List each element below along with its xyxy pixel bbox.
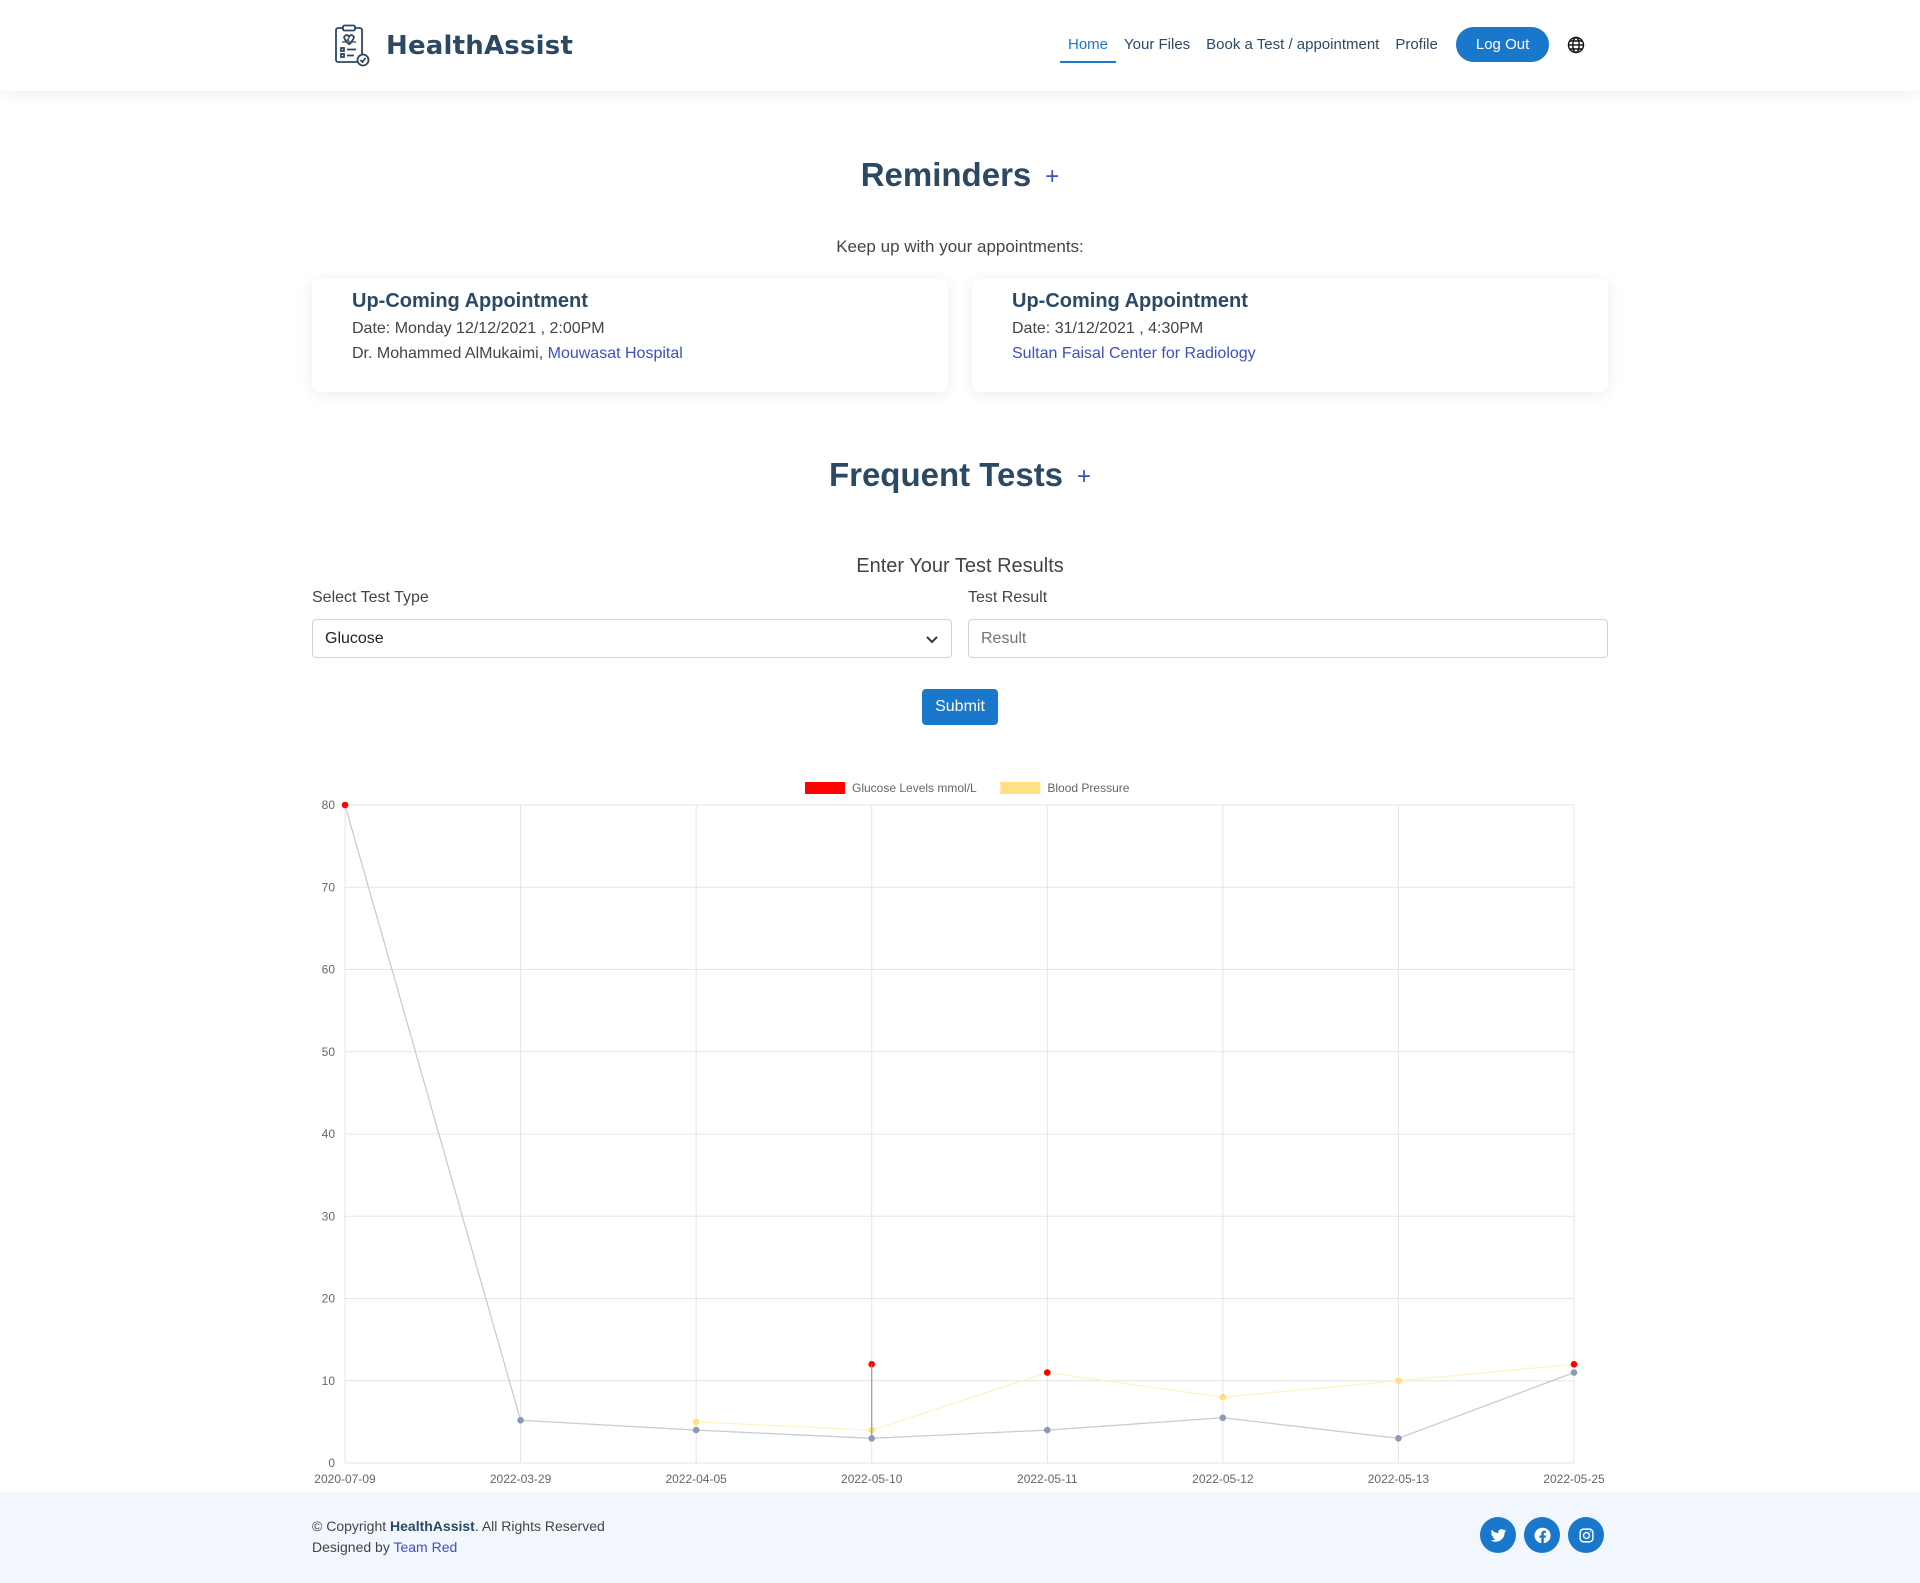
test-results-chart: 0 10 20 30 40 50 60 70 80 2020-07-09 2022-03-29 202… (300, 770, 1605, 1490)
add-test-button[interactable]: + (1077, 463, 1091, 490)
x-tick-label: 2020-07-09 (314, 1472, 376, 1486)
appointment-card: Up-Coming Appointment Date: 31/12/2021 ,… (972, 279, 1608, 392)
appointment-card: Up-Coming Appointment Date: Monday 12/12… (312, 279, 948, 392)
globe-icon[interactable] (1567, 36, 1585, 54)
x-tick-label: 2022-05-13 (1368, 1472, 1430, 1486)
site-header: HealthAssist Home Your Files Book a Test… (0, 0, 1920, 91)
team-link[interactable]: Team Red (393, 1539, 457, 1555)
legend-label: Blood Pressure (1047, 781, 1129, 795)
reminders-heading: Reminders + (0, 156, 1920, 194)
legend-swatch (1000, 782, 1041, 794)
test-type-label: Select Test Type (312, 589, 429, 606)
chevron-down-icon (926, 635, 938, 643)
test-result-label: Test Result (968, 589, 1048, 606)
nav-profile[interactable]: Profile (1387, 26, 1446, 63)
designed-by-label: Designed by (312, 1539, 390, 1555)
appointment-title: Up-Coming Appointment (1012, 290, 1248, 312)
x-tick-label: 2022-04-05 (665, 1472, 727, 1486)
y-tick-label: 50 (322, 1045, 336, 1059)
appointment-date: Date: 31/12/2021 , 4:30PM (1012, 320, 1204, 337)
appointment-doctor: Dr. Mohammed AlMukaimi, (352, 345, 544, 362)
submit-button[interactable]: Submit (922, 689, 998, 725)
x-tick-label: 2022-05-10 (841, 1472, 903, 1486)
data-point (1043, 1426, 1051, 1434)
appointment-place-link[interactable]: Mouwasat Hospital (548, 345, 683, 362)
reminders-title: Reminders (860, 156, 1032, 193)
nav-home[interactable]: Home (1060, 26, 1117, 63)
data-point (1570, 1369, 1578, 1376)
data-point (692, 1418, 700, 1426)
tests-heading: Frequent Tests + (0, 456, 1920, 494)
reminders-subtitle: Keep up with your appointments: (836, 237, 1084, 256)
x-tick-label: 2022-05-12 (1192, 1472, 1254, 1486)
footer-brand: HealthAssist (390, 1518, 475, 1534)
copyright-suffix: . All Rights Reserved (474, 1518, 605, 1534)
appointment-location: Dr. Mohammed AlMukaimi, Mouwasat Hospita… (352, 345, 908, 363)
y-tick-label: 30 (322, 1209, 336, 1223)
nav-book-test[interactable]: Book a Test / appointment (1198, 26, 1387, 63)
x-tick-label: 2022-05-25 (1543, 1472, 1605, 1486)
brand-name: HealthAssist (386, 31, 574, 61)
appointment-place-link[interactable]: Sultan Faisal Center for Radiology (1012, 345, 1256, 362)
medical-report-icon (335, 24, 370, 67)
appointment-location: Sultan Faisal Center for Radiology (1012, 345, 1568, 363)
instagram-icon (1578, 1527, 1594, 1543)
data-point (1219, 1393, 1227, 1401)
test-result-input[interactable] (968, 619, 1608, 658)
add-reminder-button[interactable]: + (1045, 163, 1059, 190)
twitter-icon (1490, 1528, 1506, 1542)
instagram-button[interactable] (1568, 1517, 1604, 1553)
facebook-button[interactable] (1524, 1517, 1560, 1553)
data-point (341, 801, 349, 809)
tests-title: Frequent Tests (828, 456, 1064, 493)
appointment-title: Up-Coming Appointment (352, 290, 588, 312)
x-tick-label: 2022-03-29 (490, 1472, 552, 1486)
data-point (1395, 1435, 1402, 1442)
test-type-select[interactable]: Glucose (312, 619, 952, 658)
y-tick-label: 70 (322, 880, 336, 894)
series-line (344, 804, 1575, 1439)
y-tick-label: 40 (322, 1127, 336, 1141)
legend-swatch (805, 782, 845, 794)
legend-label: Glucose Levels mmol/L (852, 781, 977, 795)
data-point (517, 1416, 524, 1424)
y-tick-label: 60 (322, 963, 336, 977)
data-point (1219, 1414, 1227, 1422)
site-footer: © Copyright HealthAssist. All Rights Res… (0, 1492, 1920, 1583)
y-tick-label: 10 (322, 1374, 336, 1388)
twitter-button[interactable] (1480, 1517, 1516, 1553)
y-tick-label: 80 (322, 798, 336, 812)
data-point (1395, 1377, 1402, 1385)
logout-button[interactable]: Log Out (1455, 27, 1550, 62)
nav-your-files[interactable]: Your Files (1116, 26, 1198, 63)
main-nav: Home Your Files Book a Test / appointmen… (1060, 26, 1585, 63)
copyright-prefix: © Copyright (312, 1518, 387, 1534)
data-point (692, 1426, 700, 1434)
test-type-value: Glucose (325, 629, 384, 647)
test-form-heading: Enter Your Test Results (856, 555, 1064, 577)
data-point (1570, 1361, 1578, 1368)
footer-copyright: © Copyright HealthAssist. All Rights Res… (312, 1516, 605, 1558)
facebook-icon (1534, 1527, 1551, 1543)
data-point (1043, 1369, 1051, 1376)
appointment-date: Date: Monday 12/12/2021 , 2:00PM (352, 320, 605, 337)
x-tick-label: 2022-05-11 (1017, 1472, 1078, 1486)
y-tick-label: 0 (328, 1456, 335, 1470)
brand-logo[interactable]: HealthAssist (334, 24, 573, 68)
y-tick-label: 20 (322, 1292, 336, 1306)
line-chart: 0 10 20 30 40 50 60 70 80 2020-07-09 2022-03-29 202… (314, 781, 1605, 1486)
series-line (696, 1363, 1575, 1431)
